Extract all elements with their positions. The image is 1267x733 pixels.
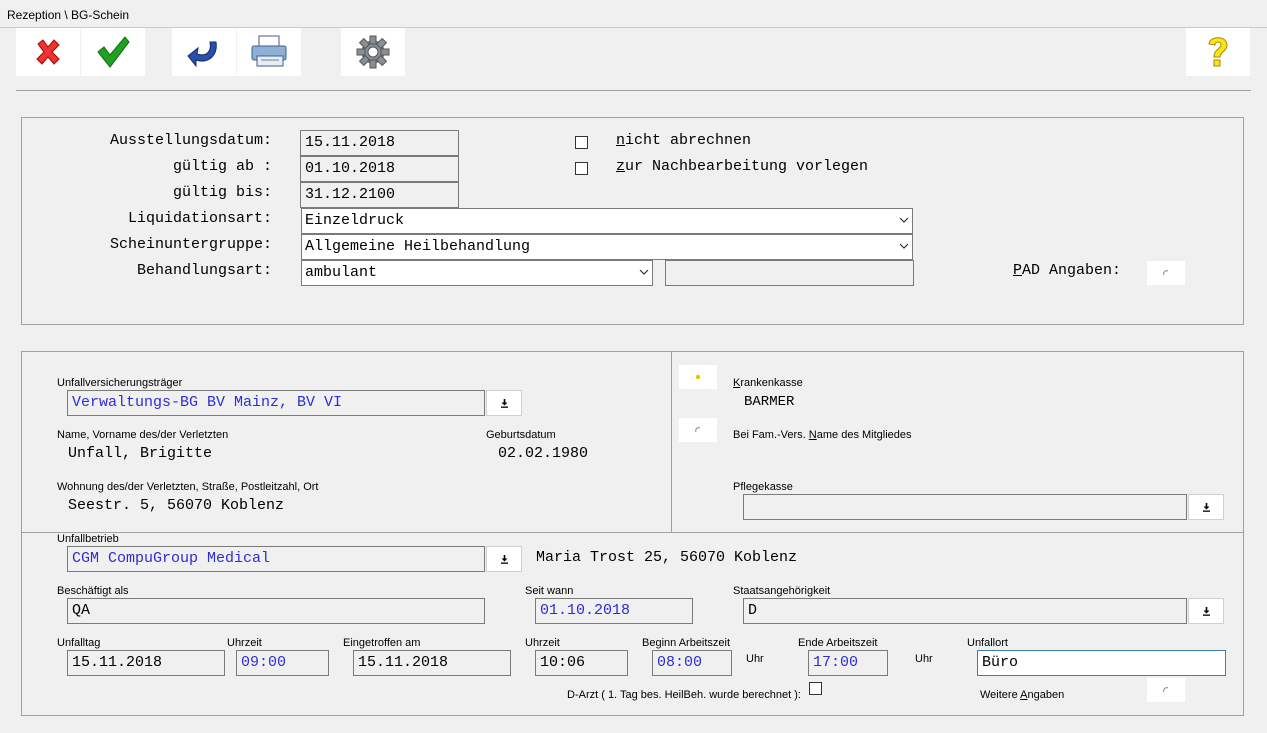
pflegekasse-lookup-button[interactable]	[1188, 494, 1224, 520]
weitere-angaben-label: Weitere Angaben	[980, 689, 1065, 701]
uhrzeit2-label: Uhrzeit	[525, 637, 560, 649]
help-button[interactable]	[1186, 28, 1250, 76]
title-bar: Rezeption \ BG-Schein	[0, 0, 1267, 28]
wohnung-value: Seestr. 5, 56070 Koblenz	[68, 497, 285, 514]
cancel-button[interactable]	[16, 28, 80, 76]
beginn-arbeitszeit-label: Beginn Arbeitszeit	[642, 637, 731, 649]
chevron-down-icon	[899, 217, 909, 223]
behandlungsart-label: Behandlungsart:	[136, 262, 272, 279]
uhrzeit-label: Uhrzeit	[227, 637, 262, 649]
unfallort-field[interactable]: Büro	[977, 650, 1226, 676]
pad-angaben-label: PAD Angaben:	[1013, 262, 1122, 279]
undo-button[interactable]	[172, 28, 236, 76]
wohnung-label: Wohnung des/der Verletzten, Straße, Post…	[57, 481, 319, 493]
printer-icon	[251, 35, 287, 67]
confirm-button[interactable]	[81, 28, 145, 76]
darzt-checkbox[interactable]	[809, 682, 822, 695]
name-label: Name, Vorname des/der Verletzten	[57, 429, 229, 441]
unfallbetrieb-address: Maria Trost 25, 56070 Koblenz	[536, 549, 798, 566]
gear-icon	[356, 35, 390, 69]
beschaeftigt-label: Beschäftigt als	[57, 585, 129, 597]
beginn-arbeitszeit-field[interactable]: 08:00	[652, 650, 732, 676]
seit-wann-field[interactable]: 01.10.2018	[535, 598, 693, 624]
unfallbetrieb-label: Unfallbetrieb	[57, 533, 119, 545]
name-value: Unfall, Brigitte	[68, 445, 213, 462]
check-icon	[97, 36, 130, 68]
nachbearbeitung-checkbox[interactable]	[575, 162, 588, 175]
close-icon	[36, 39, 60, 65]
eingetroffen-label: Eingetroffen am	[343, 637, 421, 649]
gueltig-bis-field[interactable]: 31.12.2100	[300, 182, 459, 208]
window-title: Rezeption \ BG-Schein	[7, 8, 130, 22]
traeger-label: Unfallversicherungsträger	[57, 377, 183, 389]
settings-button[interactable]	[341, 28, 405, 76]
uhrzeit2-field[interactable]: 10:06	[535, 650, 628, 676]
liquidationsart-select[interactable]: Einzeldruck	[301, 208, 913, 234]
traeger-lookup-button[interactable]	[486, 390, 522, 416]
horizontal-divider	[21, 532, 1244, 533]
chevron-down-icon	[899, 243, 909, 249]
nicht-abrechnen-label: nicht abrechnen	[616, 132, 752, 149]
krankenkasse-radio[interactable]	[679, 365, 717, 389]
eingetroffen-field[interactable]: 15.11.2018	[353, 650, 511, 676]
famvers-radio[interactable]	[679, 418, 717, 442]
traeger-field[interactable]: Verwaltungs-BG BV Mainz, BV VI	[67, 390, 485, 416]
chevron-down-icon	[639, 269, 649, 275]
pflegekasse-label: Pflegekasse	[733, 481, 793, 493]
unfallbetrieb-field[interactable]: CGM CompuGroup Medical	[67, 546, 485, 572]
download-icon	[500, 399, 508, 408]
nachbearbeitung-label: zur Nachbearbeitung vorlegen	[616, 158, 869, 175]
scheinuntergruppe-value: Allgemeine Heilbehandlung	[305, 238, 531, 255]
undo-icon	[187, 41, 217, 68]
download-icon	[500, 555, 508, 564]
ausstellungsdatum-field[interactable]: 15.11.2018	[300, 130, 459, 156]
unfallbetrieb-lookup-button[interactable]	[486, 546, 522, 572]
staatsangehoerigkeit-label: Staatsangehörigkeit	[733, 585, 831, 597]
ausstellungsdatum-label: Ausstellungsdatum:	[109, 132, 272, 149]
krankenkasse-label: Krankenkasse	[733, 377, 803, 389]
krankenkasse-value: BARMER	[744, 394, 795, 410]
geburtsdatum-label: Geburtsdatum	[486, 429, 556, 441]
uhr-label-2: Uhr	[915, 653, 933, 665]
gueltig-ab-label: gültig ab :	[172, 158, 272, 175]
famvers-label: Bei Fam.-Vers. Name des Mitgliedes	[733, 429, 912, 441]
unfalltag-field[interactable]: 15.11.2018	[67, 650, 225, 676]
geburtsdatum-value: 02.02.1980	[498, 445, 589, 462]
seit-wann-label: Seit wann	[525, 585, 574, 597]
download-icon	[1202, 503, 1210, 512]
download-icon	[1202, 607, 1210, 616]
uhr-label-1: Uhr	[746, 653, 764, 665]
behandlungsart-select[interactable]: ambulant	[301, 260, 653, 286]
gueltig-ab-field[interactable]: 01.10.2018	[300, 156, 459, 182]
radio-icon	[1163, 687, 1169, 693]
ende-arbeitszeit-label: Ende Arbeitszeit	[798, 637, 878, 649]
pflegekasse-field[interactable]	[743, 494, 1187, 520]
unfalltag-label: Unfalltag	[57, 637, 101, 649]
radio-icon	[695, 374, 701, 380]
vertical-divider	[671, 351, 672, 533]
radio-icon	[695, 427, 701, 433]
behandlungsart-extra-field[interactable]	[665, 260, 914, 286]
unfallort-label: Unfallort	[967, 637, 1008, 649]
staatsangehoerigkeit-field[interactable]: D	[743, 598, 1187, 624]
behandlungsart-value: ambulant	[305, 264, 378, 281]
print-button[interactable]	[237, 28, 301, 76]
nicht-abrechnen-checkbox[interactable]	[575, 136, 588, 149]
liquidationsart-label: Liquidationsart:	[127, 210, 272, 227]
scheinuntergruppe-select[interactable]: Allgemeine Heilbehandlung	[301, 234, 913, 260]
staatsangehoerigkeit-lookup-button[interactable]	[1188, 598, 1224, 624]
toolbar-separator	[16, 90, 1251, 91]
radio-icon	[1163, 270, 1169, 276]
ende-arbeitszeit-field[interactable]: 17:00	[808, 650, 888, 676]
scheinuntergruppe-label: Scheinuntergruppe:	[109, 236, 272, 253]
weitere-angaben-radio[interactable]	[1147, 678, 1185, 702]
help-icon	[1208, 37, 1228, 67]
beschaeftigt-field[interactable]: QA	[67, 598, 485, 624]
gueltig-bis-label: gültig bis:	[172, 184, 272, 201]
liquidationsart-value: Einzeldruck	[305, 212, 405, 229]
darzt-label: D-Arzt ( 1. Tag bes. HeilBeh. wurde bere…	[567, 689, 801, 701]
pad-angaben-radio[interactable]	[1147, 261, 1185, 285]
uhrzeit-field[interactable]: 09:00	[236, 650, 329, 676]
